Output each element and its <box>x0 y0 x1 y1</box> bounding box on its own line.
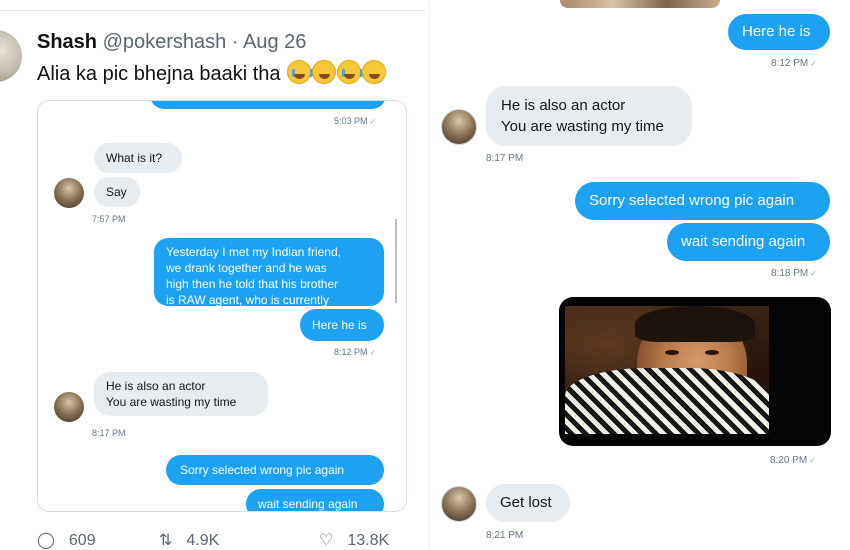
timestamp: 8:18 PM ✓ <box>771 268 817 279</box>
timestamp: 8:17 PM <box>92 428 126 438</box>
separator-dot: · <box>231 31 239 53</box>
divider <box>0 10 425 11</box>
incoming-bubble: He is also an actor You are wasting my t… <box>94 372 268 416</box>
avatar[interactable] <box>441 109 477 145</box>
photo-hair <box>635 306 755 342</box>
message-line: we drank together and he was <box>166 261 327 275</box>
message-text: Here he is <box>742 23 811 40</box>
timestamp: 7:57 PM <box>92 214 126 224</box>
image-message[interactable] <box>559 297 831 446</box>
outgoing-bubble: wait sending again <box>246 489 384 511</box>
heart-icon: ♡ <box>319 532 334 549</box>
read-check-icon: ✓ <box>810 59 817 68</box>
outgoing-bubble: Yesterday I met my Indian friend, we dra… <box>154 238 384 306</box>
outgoing-bubble <box>150 101 386 109</box>
retweet-button[interactable]: ⇅ 4.9K <box>159 530 219 550</box>
message-line: He is also an actor <box>501 97 626 114</box>
read-check-icon: ✓ <box>369 348 377 357</box>
actor-photo <box>565 306 769 434</box>
grinning-squinting-face-icon <box>362 60 387 84</box>
outgoing-bubble: Sorry selected wrong pic again <box>575 182 830 220</box>
read-check-icon: ✓ <box>810 269 817 278</box>
photo-scarf <box>565 368 769 434</box>
message-text: wait sending again <box>681 233 806 250</box>
incoming-bubble: Get lost <box>486 484 570 522</box>
reply-icon: ◯ <box>37 532 55 549</box>
photo-eye <box>665 350 679 355</box>
incoming-bubble: What is it? <box>94 143 182 173</box>
embedded-chat-screenshot[interactable]: 5:03 PM ✓ What is it? Say 7:57 PM Yesterd… <box>37 100 407 512</box>
avatar[interactable] <box>441 486 477 522</box>
read-check-icon: ✓ <box>809 456 816 465</box>
reply-count: 609 <box>68 532 96 549</box>
timestamp: 8:20 PM ✓ <box>770 455 816 466</box>
timestamp: 8:17 PM <box>486 153 524 164</box>
message-line: You are wasting my time <box>106 395 237 409</box>
message-line: is RAW agent, who is currently <box>166 293 329 306</box>
retweet-count: 4.9K <box>186 532 220 549</box>
author-handle[interactable]: @pokershash <box>103 31 227 53</box>
tweet-text-content: Alia ka pic bhejna baaki tha <box>37 63 281 85</box>
avatar <box>54 178 84 208</box>
tweet-text: Alia ka pic bhejna baaki tha <box>37 60 387 86</box>
tweet-actions: ◯ 609 ⇅ 4.9K ♡ 13.8K <box>37 530 417 550</box>
author-name[interactable]: Shash <box>37 31 97 53</box>
grinning-squinting-face-icon <box>312 60 337 84</box>
timestamp: 8:12 PM ✓ <box>334 347 377 357</box>
message-text: Here he is <box>312 318 367 332</box>
reply-button[interactable]: ◯ 609 <box>37 530 96 550</box>
message-line: Yesterday I met my Indian friend, <box>166 245 341 259</box>
message-text: Sorry selected wrong pic again <box>180 463 345 477</box>
avatar[interactable] <box>0 30 22 82</box>
timestamp: 5:03 PM ✓ <box>334 116 377 126</box>
scrollbar[interactable] <box>395 219 397 303</box>
loudly-crying-face-icon <box>337 60 364 84</box>
outgoing-bubble: wait sending again <box>667 223 830 261</box>
like-button[interactable]: ♡ 13.8K <box>319 530 389 550</box>
message-text: Say <box>106 185 127 199</box>
read-check-icon: ✓ <box>369 117 377 126</box>
outgoing-bubble: Here he is <box>300 309 384 341</box>
direct-message-panel: Here he is 8:12 PM ✓ He is also an actor … <box>429 0 850 550</box>
message-text: What is it? <box>106 151 163 165</box>
image-thumbnail[interactable] <box>560 0 720 8</box>
tweet-card: Shash @pokershash · Aug 26 Alia ka pic b… <box>0 0 425 550</box>
photo-eye <box>705 350 719 355</box>
outgoing-bubble: Sorry selected wrong pic again <box>166 455 384 485</box>
message-line: He is also an actor <box>106 379 206 393</box>
incoming-bubble: He is also an actor You are wasting my t… <box>486 86 692 146</box>
incoming-bubble: Say <box>94 177 140 207</box>
tweet-date[interactable]: Aug 26 <box>243 31 306 53</box>
retweet-icon: ⇅ <box>159 532 173 549</box>
message-text: wait sending again <box>258 497 358 511</box>
like-count: 13.8K <box>347 532 390 549</box>
message-text: Sorry selected wrong pic again <box>589 192 795 209</box>
tweet-header: Shash @pokershash · Aug 26 <box>37 31 306 54</box>
loudly-crying-face-icon <box>287 60 314 84</box>
message-line: You are wasting my time <box>501 118 664 135</box>
message-text: Get lost <box>500 494 552 511</box>
timestamp: 8:21 PM <box>486 530 524 541</box>
timestamp: 8:12 PM ✓ <box>771 58 817 69</box>
message-line: high then he told that his brother <box>166 277 339 291</box>
avatar <box>54 392 84 422</box>
screenshot-collage: Shash @pokershash · Aug 26 Alia ka pic b… <box>0 0 850 550</box>
outgoing-bubble: Here he is <box>728 14 830 50</box>
